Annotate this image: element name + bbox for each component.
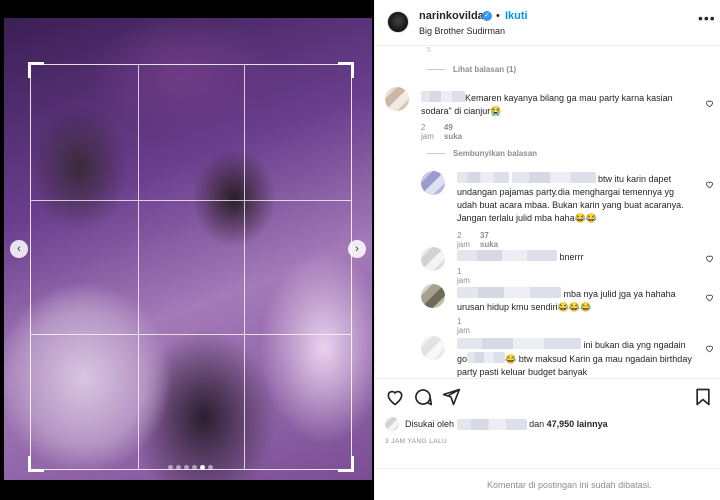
comments-list[interactable]: 5 Lihat balasan (1) Kemaren kayanya bila… — [375, 47, 720, 377]
carousel-dot[interactable] — [200, 465, 205, 470]
username[interactable]: narinkovilda — [419, 10, 484, 22]
crop-frame[interactable] — [28, 62, 354, 472]
avatar[interactable] — [385, 417, 399, 431]
avatar[interactable] — [421, 247, 445, 271]
instagram-post: ‹ › narinkovilda ✓ • Ikuti Big Brother S… — [0, 0, 720, 500]
post-media: ‹ › — [0, 0, 374, 500]
blurred-username[interactable] — [421, 91, 465, 102]
hide-replies-label: Sembunyikan balasan — [453, 149, 538, 158]
grid-line — [31, 199, 351, 201]
crop-handle[interactable] — [338, 62, 354, 78]
carousel-dot[interactable] — [192, 465, 197, 470]
view-replies-label: Lihat balasan (1) — [453, 65, 517, 74]
avatar[interactable] — [387, 11, 409, 33]
comment-icon[interactable] — [413, 387, 433, 407]
comment-fragment: 5 — [427, 47, 431, 54]
comments-disabled-notice: Komentar di postingan ini sudah dibatasi… — [487, 480, 652, 490]
blurred-username[interactable] — [457, 338, 581, 349]
carousel-dots — [168, 465, 213, 470]
comment-time: 2 jam — [457, 231, 470, 249]
comment-time: 2 jam — [421, 123, 434, 141]
liked-prefix: Disukai oleh — [405, 419, 455, 429]
bookmark-icon[interactable] — [693, 387, 713, 407]
heart-icon[interactable] — [705, 254, 714, 263]
comment-text: mba nya julid jga ya hahaha urusan hidup… — [457, 287, 676, 312]
hide-replies-button[interactable]: Sembunyikan balasan — [427, 149, 537, 158]
comment-text: btw itu karin dapet undangan pajamas par… — [457, 172, 684, 223]
location-link[interactable]: Big Brother Sudirman — [419, 26, 505, 36]
follow-button[interactable]: Ikuti — [505, 10, 528, 22]
crop-handle[interactable] — [28, 456, 44, 472]
more-icon[interactable]: ••• — [698, 10, 716, 26]
comment-likes[interactable]: 37 suka — [480, 231, 498, 249]
comment-meta: 2 jam 49 suka — [421, 123, 462, 141]
comment-meta: 1 jam — [457, 317, 470, 335]
carousel-dot[interactable] — [168, 465, 173, 470]
avatar[interactable] — [421, 336, 445, 360]
action-bar — [375, 378, 720, 414]
post-timestamp[interactable]: 3 JAM YANG LALU — [385, 438, 447, 445]
liked-joiner: dan — [529, 419, 545, 429]
carousel-dot[interactable] — [208, 465, 213, 470]
separator-dot: • — [496, 10, 500, 22]
crop-handle[interactable] — [28, 62, 44, 78]
grid-line — [244, 65, 246, 469]
heart-icon[interactable] — [385, 387, 405, 407]
carousel-dot[interactable] — [184, 465, 189, 470]
avatar[interactable] — [421, 171, 445, 195]
comment-likes[interactable]: 49 suka — [444, 123, 462, 141]
heart-icon[interactable] — [705, 344, 714, 353]
heart-icon[interactable] — [705, 99, 714, 108]
blurred-username[interactable] — [456, 418, 527, 430]
crop-handle[interactable] — [338, 456, 354, 472]
avatar[interactable] — [385, 87, 409, 111]
avatar[interactable] — [421, 284, 445, 308]
view-replies-button[interactable]: Lihat balasan (1) — [427, 65, 516, 74]
heart-icon[interactable] — [705, 293, 714, 302]
heart-icon[interactable] — [705, 180, 714, 189]
comment-meta: 1 jam — [457, 267, 470, 285]
comment-footer: Komentar di postingan ini sudah dibatasi… — [375, 468, 720, 500]
verified-icon: ✓ — [482, 11, 492, 21]
post-photo[interactable] — [4, 18, 372, 480]
comment-text: bnerrr — [457, 250, 692, 264]
blurred-username[interactable] — [457, 250, 557, 261]
blurred-text — [467, 352, 506, 363]
share-icon[interactable] — [441, 387, 461, 407]
post-panel: narinkovilda ✓ • Ikuti Big Brother Sudir… — [374, 0, 720, 500]
grid-line — [31, 334, 351, 336]
liked-count[interactable]: 47,950 lainnya — [547, 419, 608, 429]
comment-text: ini bukan dia yng ngadain go 😂 btw maksud… — [457, 338, 692, 377]
grid-line — [137, 65, 139, 469]
prev-arrow-icon[interactable]: ‹ — [10, 240, 28, 258]
blurred-username[interactable] — [457, 172, 509, 183]
next-arrow-icon[interactable]: › — [348, 240, 366, 258]
blurred-username[interactable] — [457, 287, 561, 298]
liked-by: Disukai oleh dan 47,950 lainnya — [385, 417, 608, 431]
blurred-mention[interactable] — [511, 172, 596, 183]
carousel-dot[interactable] — [176, 465, 181, 470]
comment-time: 1 jam — [457, 267, 470, 285]
comment-time: 1 jam — [457, 317, 470, 335]
comment-meta: 2 jam 37 suka — [457, 231, 498, 249]
comment-text: Kemaren kayanya bilang ga mau party karn… — [421, 91, 673, 116]
post-header: narinkovilda ✓ • Ikuti Big Brother Sudir… — [375, 0, 720, 46]
